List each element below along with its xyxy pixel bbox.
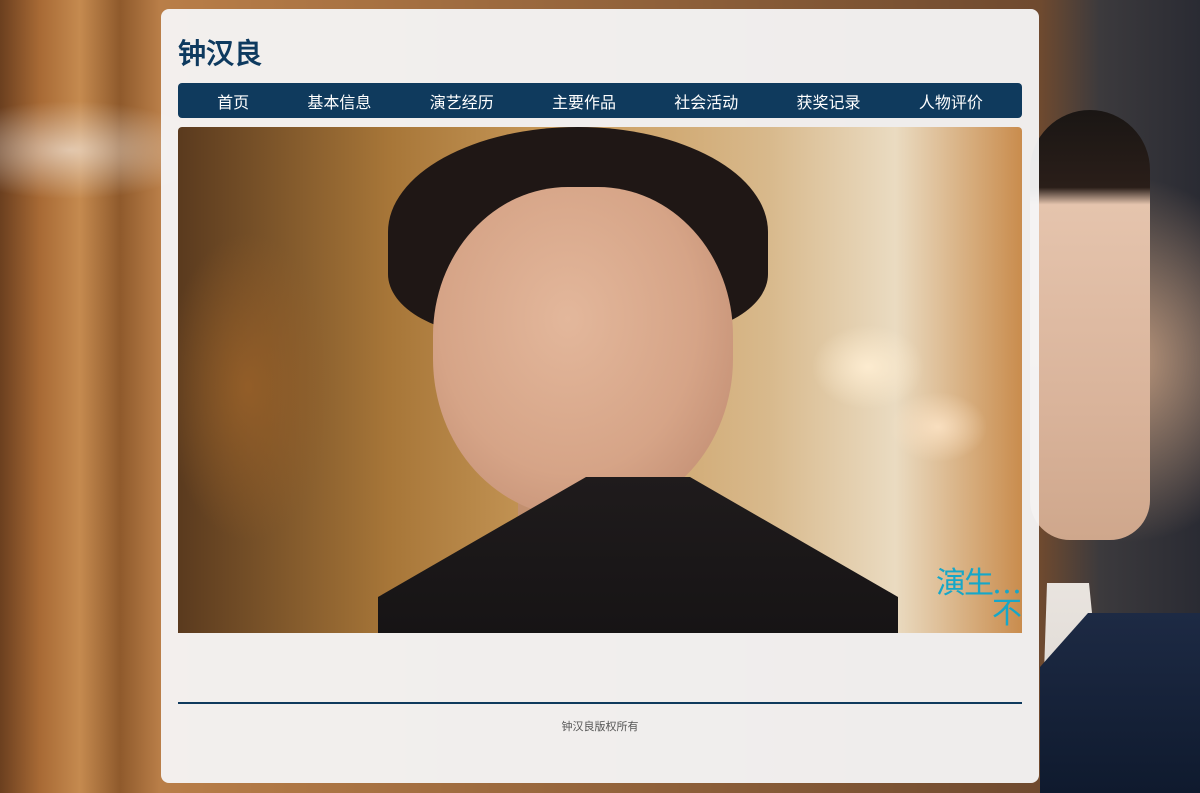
portrait-jacket [378, 477, 898, 633]
nav-item-career[interactable]: 演艺经历 [430, 89, 494, 113]
nav-item-reviews[interactable]: 人物评价 [919, 89, 983, 113]
nav-item-home[interactable]: 首页 [217, 89, 249, 113]
hero-image: 演生…不 [178, 127, 1022, 633]
nav-item-awards[interactable]: 获奖记录 [797, 89, 861, 113]
nav-item-basic-info[interactable]: 基本信息 [307, 89, 371, 113]
content-card: 钟汉良 首页 基本信息 演艺经历 主要作品 社会活动 获奖记录 人物评价 演生…… [161, 9, 1039, 783]
portrait-face [433, 187, 733, 517]
background-portrait [1030, 110, 1150, 540]
main-nav: 首页 基本信息 演艺经历 主要作品 社会活动 获奖记录 人物评价 [178, 83, 1022, 118]
background-suit [1040, 613, 1200, 793]
footer-divider [178, 702, 1022, 704]
site-title: 钟汉良 [178, 38, 263, 69]
footer-copyright: 钟汉良版权所有 [561, 720, 639, 733]
nav-item-works[interactable]: 主要作品 [552, 89, 616, 113]
poster-title-text: 演生…不 [936, 566, 1022, 631]
nav-item-social-activities[interactable]: 社会活动 [674, 89, 738, 113]
